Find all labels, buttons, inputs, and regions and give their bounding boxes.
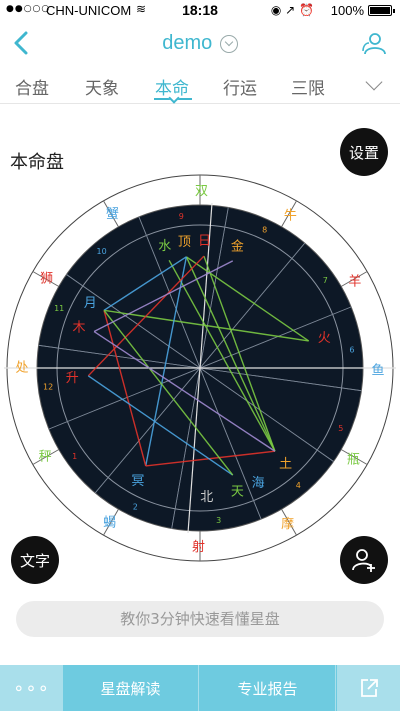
tab-bar: 合盘 天象 本命 行运 三限 <box>0 68 400 104</box>
planet-label: 天 <box>231 484 244 499</box>
zodiac-sign-label: 摩 <box>281 516 294 532</box>
tab-transit[interactable]: 行运 <box>210 74 270 99</box>
battery-icon <box>368 5 395 16</box>
planet-label: 顶 <box>178 235 191 250</box>
zodiac-sign-label: 处 <box>15 360 28 375</box>
zodiac-sign-label: 蝎 <box>103 515 116 530</box>
status-bar: ●●○○○ CHN-UNICOM ≋ 18:18 ◉ ↗ ⏰ 100% <box>0 0 400 22</box>
house-number-label: 4 <box>296 481 301 490</box>
share-icon <box>360 679 378 697</box>
chart-selector[interactable]: demo <box>0 32 400 55</box>
pro-report-button[interactable]: 专业报告 <box>200 665 336 711</box>
battery-percent: 100% <box>330 3 364 18</box>
add-user-icon <box>352 549 375 572</box>
house-number-label: 2 <box>133 503 138 512</box>
add-person-button[interactable] <box>340 536 388 584</box>
active-tab-indicator <box>154 98 192 100</box>
zodiac-sign-label: 射 <box>192 539 205 555</box>
house-number-label: 3 <box>216 516 221 525</box>
house-number-label: 7 <box>323 276 328 285</box>
planet-label: 火 <box>318 331 331 346</box>
zodiac-sign-label: 蟹 <box>106 207 119 222</box>
zodiac-sign-label: 双 <box>195 184 208 199</box>
house-number-label: 9 <box>179 212 184 221</box>
tab-transit-sky[interactable]: 天象 <box>72 74 132 99</box>
planet-label: 金 <box>231 239 244 255</box>
house-number-label: 12 <box>43 383 53 392</box>
planet-label: 海 <box>252 476 265 491</box>
planet-label: 升 <box>66 371 79 386</box>
tab-tertiary[interactable]: 三限 <box>278 74 338 99</box>
house-number-label: 1 <box>72 452 77 461</box>
house-number-label: 10 <box>97 247 107 256</box>
tutorial-banner[interactable]: 教你3分钟快速看懂星盘 <box>16 601 384 637</box>
planet-label: 土 <box>279 457 292 472</box>
text-mode-button[interactable]: 文字 <box>11 536 59 584</box>
users-icon[interactable] <box>360 30 388 58</box>
status-icons: ◉ ↗ ⏰ <box>270 3 314 17</box>
zodiac-sign-label: 牛 <box>284 209 297 224</box>
chevron-down-icon[interactable] <box>365 73 383 91</box>
share-button[interactable] <box>337 665 400 711</box>
planet-label: 木 <box>72 320 85 335</box>
tab-synastry[interactable]: 合盘 <box>2 74 62 99</box>
house-number-label: 5 <box>338 424 343 433</box>
more-button[interactable]: ∘∘∘ <box>0 665 63 711</box>
chart-reading-button[interactable]: 星盘解读 <box>63 665 199 711</box>
natal-chart-wheel[interactable]: 水顶日 金火土海天 北 冥 升 木月 双牛羊鱼瓶摩射 蝎 秤 处 狮 蟹 9 8 7 6 5 4 3 2 1 12 11… <box>0 168 400 568</box>
zodiac-sign-label: 鱼 <box>371 363 384 379</box>
zodiac-sign-label: 羊 <box>348 273 361 289</box>
planet-label: 北 <box>200 490 213 505</box>
planet-label: 月 <box>84 296 97 311</box>
nav-bar: demo <box>0 22 400 66</box>
zodiac-sign-label: 瓶 <box>347 452 360 467</box>
chevron-down-icon <box>219 34 238 53</box>
house-number-label: 6 <box>349 345 354 354</box>
planet-label: 冥 <box>131 474 144 489</box>
planet-label: 水 <box>158 239 171 254</box>
house-number-label: 8 <box>262 225 267 234</box>
house-number-label: 11 <box>54 304 64 313</box>
bottom-action-bar: ∘∘∘ 星盘解读 专业报告 <box>0 665 400 711</box>
nav-title: demo <box>162 32 213 54</box>
zodiac-sign-label: 狮 <box>40 272 53 287</box>
planet-label: 日 <box>198 234 211 249</box>
zodiac-sign-label: 秤 <box>39 450 52 465</box>
